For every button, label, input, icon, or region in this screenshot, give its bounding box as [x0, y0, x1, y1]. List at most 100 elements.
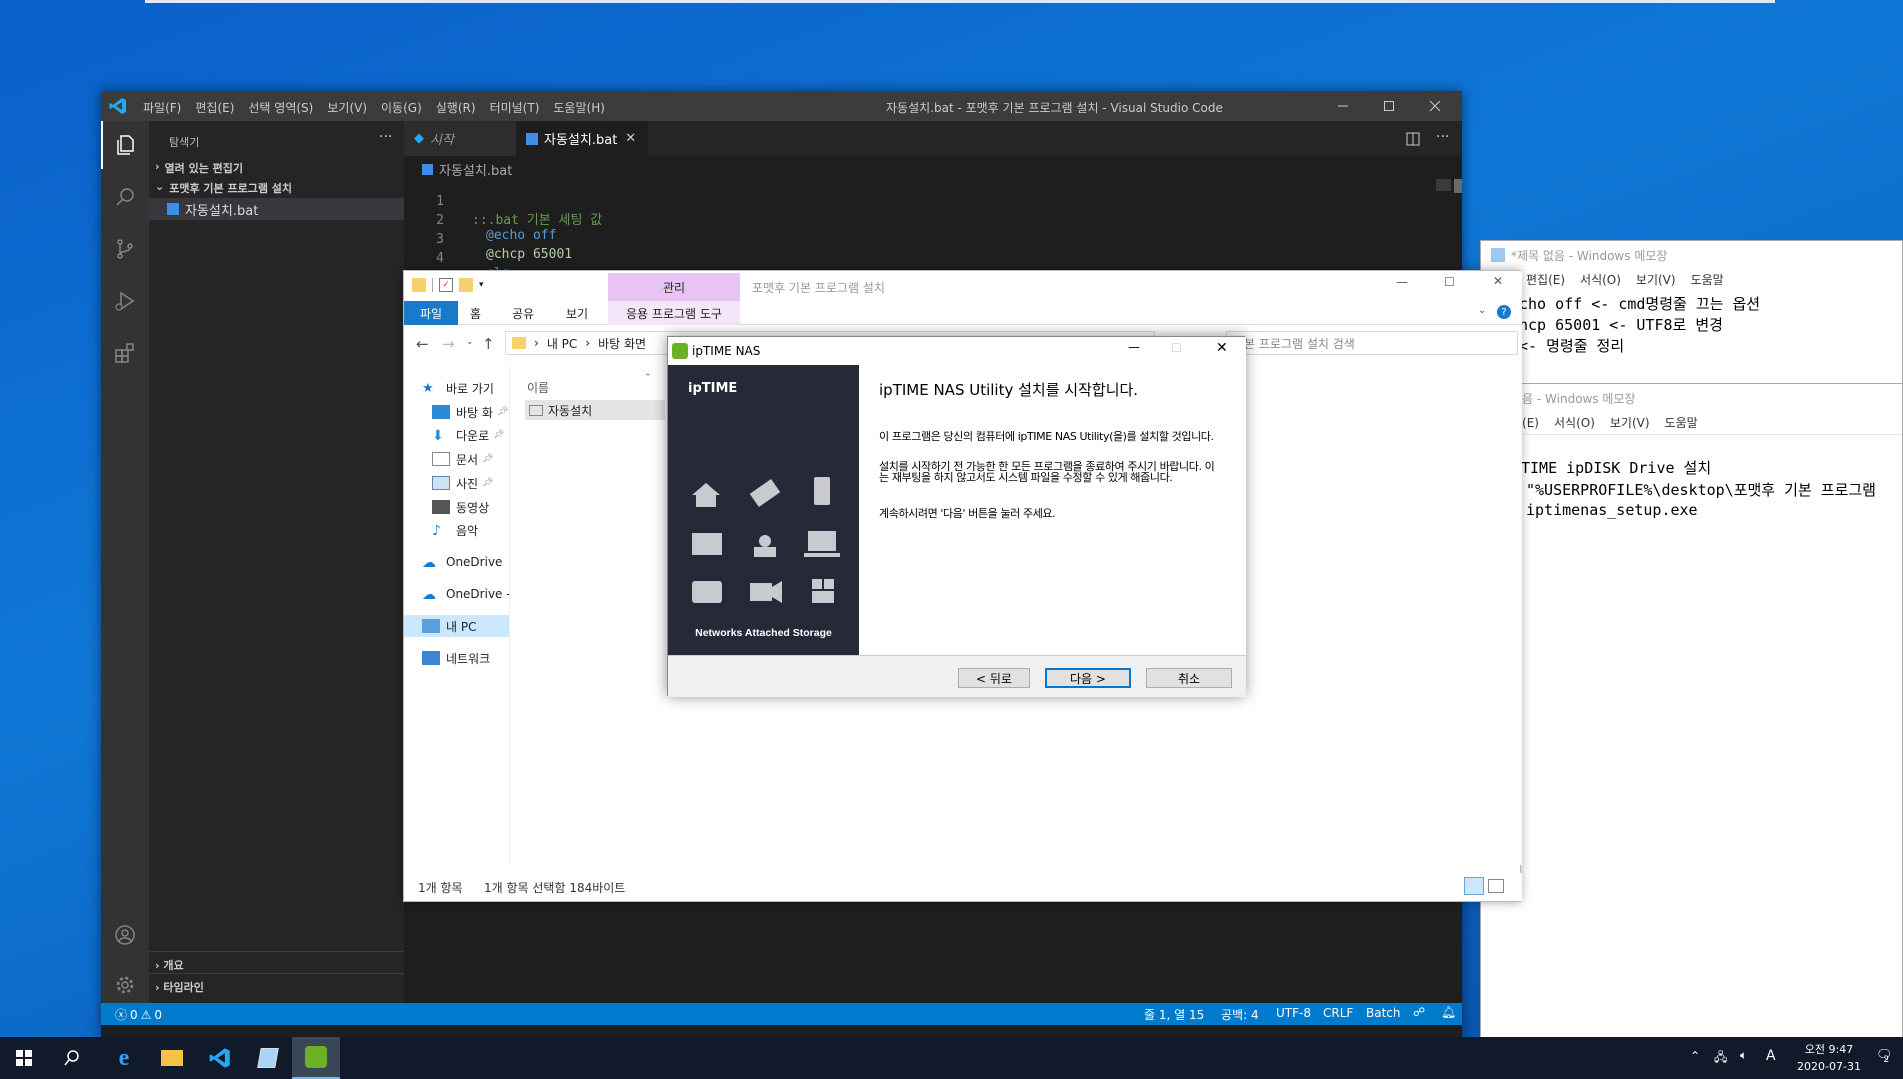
iptime-installer-taskbar-icon[interactable] [292, 1037, 340, 1079]
manage-context-tab[interactable]: 관리 [608, 273, 740, 301]
run-debug-icon[interactable] [101, 277, 149, 325]
menu-help[interactable]: 도움말 [1691, 271, 1724, 288]
nav-music[interactable]: ♪ 음악 [432, 519, 478, 541]
nav-onedrive-business[interactable]: ☁ OneDrive - [422, 583, 511, 605]
new-folder-icon[interactable] [459, 278, 473, 292]
menu-file[interactable]: 파일(F) [143, 99, 181, 116]
menu-format[interactable]: 서식(O) [1554, 414, 1595, 431]
ime-indicator[interactable]: A [1766, 1048, 1776, 1064]
cancel-button[interactable]: 취소 [1146, 668, 1232, 688]
start-button[interactable] [0, 1037, 48, 1079]
menu-help[interactable]: 도움말 [1665, 414, 1698, 431]
line-ending[interactable]: CRLF [1323, 1006, 1353, 1020]
tab-autoinstall[interactable]: 자동설치.bat ✕ [516, 121, 648, 156]
back-button[interactable]: < 뒤로 [958, 668, 1030, 688]
forward-arrow-icon[interactable]: → [442, 335, 455, 353]
maximize-icon[interactable]: ☐ [1444, 275, 1455, 289]
menu-format[interactable]: 서식(O) [1580, 271, 1621, 288]
minimize-icon[interactable]: — [1128, 340, 1140, 354]
folder-section[interactable]: ⌄ 포맷후 기본 프로그램 설치 [155, 180, 292, 196]
close-tab-icon[interactable]: ✕ [625, 131, 636, 146]
close-icon[interactable]: ✕ [1493, 274, 1503, 288]
source-control-icon[interactable] [101, 225, 149, 273]
breadcrumb-item[interactable]: 바탕 화면 [598, 335, 646, 352]
file-tree-item[interactable]: 자동설치.bat [149, 198, 404, 220]
large-icons-view-icon[interactable] [1488, 879, 1504, 893]
tab-start[interactable]: ◆ 시작 [404, 121, 516, 156]
close-icon[interactable] [1425, 97, 1445, 115]
chevron-down-icon[interactable]: ⌄ [1478, 305, 1486, 316]
chevron-up-icon[interactable]: ⌃ [1690, 1049, 1700, 1063]
menu-help[interactable]: 도움말(H) [553, 99, 605, 116]
maximize-icon[interactable] [1379, 97, 1399, 115]
minimize-icon[interactable]: — [1396, 275, 1408, 289]
search-icon[interactable] [101, 173, 149, 221]
menu-go[interactable]: 이동(G) [381, 99, 422, 116]
notification-center-icon[interactable]: 🗨︎2 [1876, 1048, 1898, 1065]
notepad-taskbar-icon[interactable] [244, 1037, 292, 1079]
minimap[interactable] [1436, 179, 1451, 191]
menu-selection[interactable]: 선택 영역(S) [248, 99, 313, 116]
search-icon[interactable] [48, 1037, 96, 1079]
menu-run[interactable]: 실행(R) [436, 99, 476, 116]
nav-this-pc[interactable]: 내 PC [422, 615, 476, 637]
network-tray-icon[interactable]: 🖧︎ [1714, 1048, 1727, 1069]
problems-indicator[interactable]: ⓧ 0 ⚠ 0 [115, 1006, 162, 1023]
minimize-icon[interactable] [1333, 97, 1353, 115]
nav-network[interactable]: 네트워크 [422, 647, 490, 669]
clock[interactable]: 오전 9:47 2020-07-31 [1784, 1041, 1874, 1075]
open-editors-section[interactable]: › 열려 있는 편집기 [155, 160, 243, 176]
vscode-taskbar-icon[interactable] [196, 1037, 244, 1079]
encoding[interactable]: UTF-8 [1276, 1006, 1311, 1020]
breadcrumb[interactable]: 자동설치.bat [422, 160, 512, 179]
ribbon-app-tools-tab[interactable]: 응용 프로그램 도구 [608, 301, 740, 325]
properties-icon[interactable]: ✓ [439, 278, 453, 292]
ribbon-file-tab[interactable]: 파일 [404, 301, 458, 325]
account-icon[interactable] [101, 911, 149, 959]
back-arrow-icon[interactable]: ← [416, 335, 429, 353]
nav-documents[interactable]: 문서 📌︎ [432, 448, 494, 470]
chevron-down-icon[interactable]: ▾ [479, 280, 484, 290]
file-explorer-taskbar-icon[interactable] [148, 1037, 196, 1079]
next-button[interactable]: 다음 > [1045, 668, 1131, 688]
volume-icon[interactable]: 🔈︎ [1740, 1048, 1747, 1063]
breadcrumb-item[interactable]: 내 PC [547, 335, 577, 352]
menu-edit[interactable]: 편집(E) [195, 99, 234, 116]
scrollbar-thumb[interactable] [1454, 179, 1462, 193]
ribbon-home-tab[interactable]: 홈 [470, 305, 481, 322]
bell-icon[interactable]: 🔔︎ [1441, 1005, 1456, 1019]
ribbon-share-tab[interactable]: 공유 [512, 305, 534, 322]
menu-edit[interactable]: 편집(E) [1526, 271, 1565, 288]
more-actions-icon[interactable]: ··· [1436, 129, 1449, 145]
menu-view[interactable]: 보기(V) [327, 99, 367, 116]
nav-onedrive[interactable]: ☁ OneDrive [422, 551, 502, 573]
explorer-icon[interactable] [101, 121, 149, 169]
column-header-name[interactable]: 이름 [527, 379, 549, 396]
menu-terminal[interactable]: 터미널(T) [490, 99, 540, 116]
nav-quick-access[interactable]: ★ 바로 가기 [422, 377, 494, 399]
ribbon-view-tab[interactable]: 보기 [566, 305, 588, 322]
search-box[interactable]: 기본 프로그램 설치 검색 [1226, 331, 1518, 355]
settings-gear-icon[interactable] [101, 961, 149, 1009]
cursor-position[interactable]: 줄 1, 열 15 [1144, 1006, 1204, 1023]
timeline-section[interactable]: › 타임라인 [155, 979, 204, 995]
nav-videos[interactable]: 동영상 [432, 496, 489, 518]
chevron-down-icon[interactable]: ⌄ [466, 337, 474, 347]
nav-downloads[interactable]: ⬇ 다운로 📌︎ [432, 424, 505, 446]
more-actions-icon[interactable]: ··· [379, 129, 392, 145]
nav-pictures[interactable]: 사진 📌︎ [432, 472, 494, 494]
file-item[interactable]: 자동설치 [525, 400, 665, 420]
outline-section[interactable]: › 개요 [155, 957, 184, 973]
nav-desktop[interactable]: 바탕 화 📌︎ [432, 401, 508, 423]
details-view-icon[interactable] [1464, 877, 1484, 895]
close-icon[interactable]: ✕ [1216, 340, 1228, 356]
edge-browser-icon[interactable]: e [100, 1037, 148, 1079]
extensions-icon[interactable] [101, 329, 149, 377]
up-arrow-icon[interactable]: ↑ [482, 335, 495, 353]
menu-view[interactable]: 보기(V) [1610, 414, 1650, 431]
feedback-icon[interactable]: ☍ [1413, 1005, 1425, 1019]
language-mode[interactable]: Batch [1366, 1006, 1401, 1020]
split-editor-icon[interactable] [1404, 130, 1422, 148]
help-icon[interactable]: ? [1497, 305, 1511, 319]
menu-view[interactable]: 보기(V) [1636, 271, 1676, 288]
